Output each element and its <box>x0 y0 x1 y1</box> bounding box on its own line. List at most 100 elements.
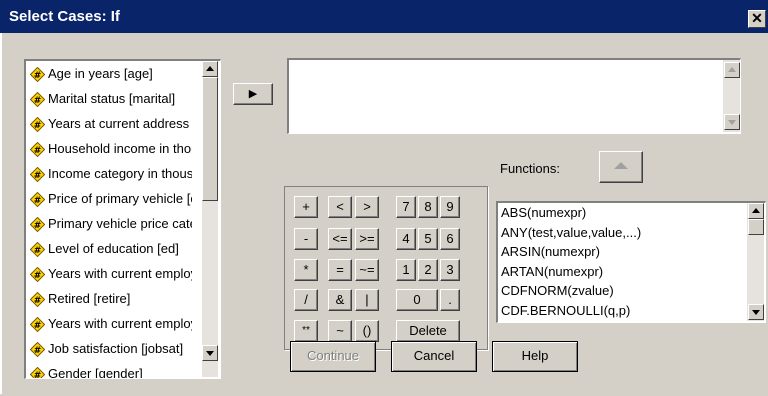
expression-scrollbar[interactable] <box>723 60 740 132</box>
scale-variable-icon: # <box>30 167 45 183</box>
variable-item[interactable]: # Income category in thousands [inccat] <box>30 163 192 185</box>
svg-text:#: # <box>34 246 42 256</box>
digit-9-button[interactable]: 9 <box>440 196 460 218</box>
or-button[interactable]: | <box>355 289 379 311</box>
variable-item[interactable]: # Price of primary vehicle [car] <box>30 188 192 210</box>
multiply-button[interactable]: * <box>294 259 318 281</box>
function-item[interactable]: CDFNORM(zvalue) <box>501 282 614 300</box>
window-title: Select Cases: If <box>9 8 120 25</box>
variable-item[interactable]: # Gender [gender] <box>30 363 192 379</box>
variable-item[interactable]: # Years with current employer [employ] <box>30 263 192 285</box>
transfer-button[interactable]: ▶ <box>233 83 273 105</box>
svg-text:#: # <box>34 371 42 379</box>
not-button[interactable]: ~ <box>328 320 352 342</box>
svg-text:#: # <box>34 321 42 331</box>
function-item[interactable]: CDF.BERNOULLI(q,p) <box>501 302 630 320</box>
variable-label: Household income in thousands [income] <box>48 141 192 156</box>
scale-variable-icon: # <box>30 192 45 208</box>
variable-label: Years with current employer category [em… <box>48 316 192 331</box>
variable-label: Gender [gender] <box>48 366 143 379</box>
cancel-button[interactable]: Cancel <box>391 341 477 372</box>
digit-2-button[interactable]: 2 <box>418 259 438 281</box>
decimal-button[interactable]: . <box>440 289 460 311</box>
functions-scroll-down[interactable] <box>748 304 764 320</box>
svg-text:#: # <box>34 171 42 181</box>
variable-item[interactable]: # Level of education [ed] <box>30 238 192 260</box>
help-button[interactable]: Help <box>492 341 578 372</box>
dialog-body: # Age in years [age] # Marital status [mari… <box>0 33 768 394</box>
greater-equal-button[interactable]: >= <box>355 228 379 250</box>
variable-list[interactable]: # Age in years [age] # Marital status [mari… <box>24 59 221 379</box>
expression-field[interactable] <box>287 58 741 134</box>
less-than-button[interactable]: < <box>328 196 352 218</box>
function-item[interactable]: ANY(test,value,value,...) <box>501 224 641 242</box>
function-item[interactable]: ARSIN(numexpr) <box>501 243 600 261</box>
not-equal-button[interactable]: ~= <box>355 259 379 281</box>
digit-5-button[interactable]: 5 <box>418 228 438 250</box>
variable-list-scrollbar[interactable] <box>202 61 218 377</box>
scale-variable-icon: # <box>30 342 45 358</box>
less-equal-button[interactable]: <= <box>328 228 352 250</box>
arrow-down-icon <box>752 310 760 315</box>
functions-scroll-up[interactable] <box>748 203 764 219</box>
greater-than-button[interactable]: > <box>355 196 379 218</box>
divide-button[interactable]: / <box>294 289 318 311</box>
continue-button[interactable]: Continue <box>290 341 376 372</box>
expression-scroll-up[interactable] <box>724 62 740 78</box>
scale-variable-icon: # <box>30 142 45 158</box>
digit-0-button[interactable]: 0 <box>396 289 438 311</box>
svg-text:#: # <box>34 146 42 156</box>
scale-variable-icon: # <box>30 367 45 379</box>
digit-8-button[interactable]: 8 <box>418 196 438 218</box>
scale-variable-icon: # <box>30 92 45 108</box>
delete-button[interactable]: Delete <box>396 320 460 342</box>
variable-label: Marital status [marital] <box>48 91 176 106</box>
variable-item[interactable]: # Years at current address [address] <box>30 113 192 135</box>
variable-label: Retired [retire] <box>48 291 131 306</box>
variable-item[interactable]: # Job satisfaction [jobsat] <box>30 338 192 360</box>
variable-label: Years with current employer [employ] <box>48 266 192 281</box>
functions-scroll-thumb[interactable] <box>748 219 764 235</box>
digit-1-button[interactable]: 1 <box>396 259 416 281</box>
parentheses-button[interactable]: () <box>355 320 379 342</box>
variable-item[interactable]: # Marital status [marital] <box>30 88 192 110</box>
digit-4-button[interactable]: 4 <box>396 228 416 250</box>
variable-label: Age in years [age] <box>48 66 153 81</box>
scale-variable-icon: # <box>30 317 45 333</box>
variable-item[interactable]: # Primary vehicle price category [carcat] <box>30 213 192 235</box>
plus-button[interactable]: + <box>294 196 318 218</box>
svg-text:#: # <box>34 196 42 206</box>
power-button[interactable]: ** <box>294 320 318 342</box>
variable-item[interactable]: # Years with current employer category [e… <box>30 313 192 335</box>
scroll-down-button[interactable] <box>202 345 218 361</box>
minus-button[interactable]: - <box>294 228 318 250</box>
svg-text:#: # <box>34 296 42 306</box>
expression-scroll-down[interactable] <box>724 114 740 130</box>
scale-variable-icon: # <box>30 292 45 308</box>
scroll-thumb[interactable] <box>202 77 218 201</box>
and-button[interactable]: & <box>328 289 352 311</box>
variable-item[interactable]: # Household income in thousands [income] <box>30 138 192 160</box>
title-bar: Select Cases: If ✕ <box>0 0 768 33</box>
scroll-up-button[interactable] <box>202 61 218 77</box>
variable-item[interactable]: # Age in years [age] <box>30 63 192 85</box>
functions-list[interactable]: ABS(numexpr) ANY(test,value,value,...) ARS… <box>496 201 766 323</box>
digit-6-button[interactable]: 6 <box>440 228 460 250</box>
digit-7-button[interactable]: 7 <box>396 196 416 218</box>
svg-text:#: # <box>34 221 42 231</box>
functions-scrollbar[interactable] <box>747 203 764 321</box>
functions-label: Functions: <box>500 161 560 176</box>
variable-item[interactable]: # Retired [retire] <box>30 288 192 310</box>
function-item[interactable]: ARTAN(numexpr) <box>501 263 603 281</box>
variable-label: Income category in thousands [inccat] <box>48 166 192 181</box>
equals-button[interactable]: = <box>328 259 352 281</box>
function-insert-button[interactable] <box>599 151 643 183</box>
scale-variable-icon: # <box>30 217 45 233</box>
svg-text:#: # <box>34 121 42 131</box>
arrow-down-icon <box>206 351 214 356</box>
digit-3-button[interactable]: 3 <box>440 259 460 281</box>
close-button[interactable]: ✕ <box>748 10 766 28</box>
variable-label: Level of education [ed] <box>48 241 179 256</box>
function-item[interactable]: ABS(numexpr) <box>501 204 586 222</box>
scale-variable-icon: # <box>30 242 45 258</box>
